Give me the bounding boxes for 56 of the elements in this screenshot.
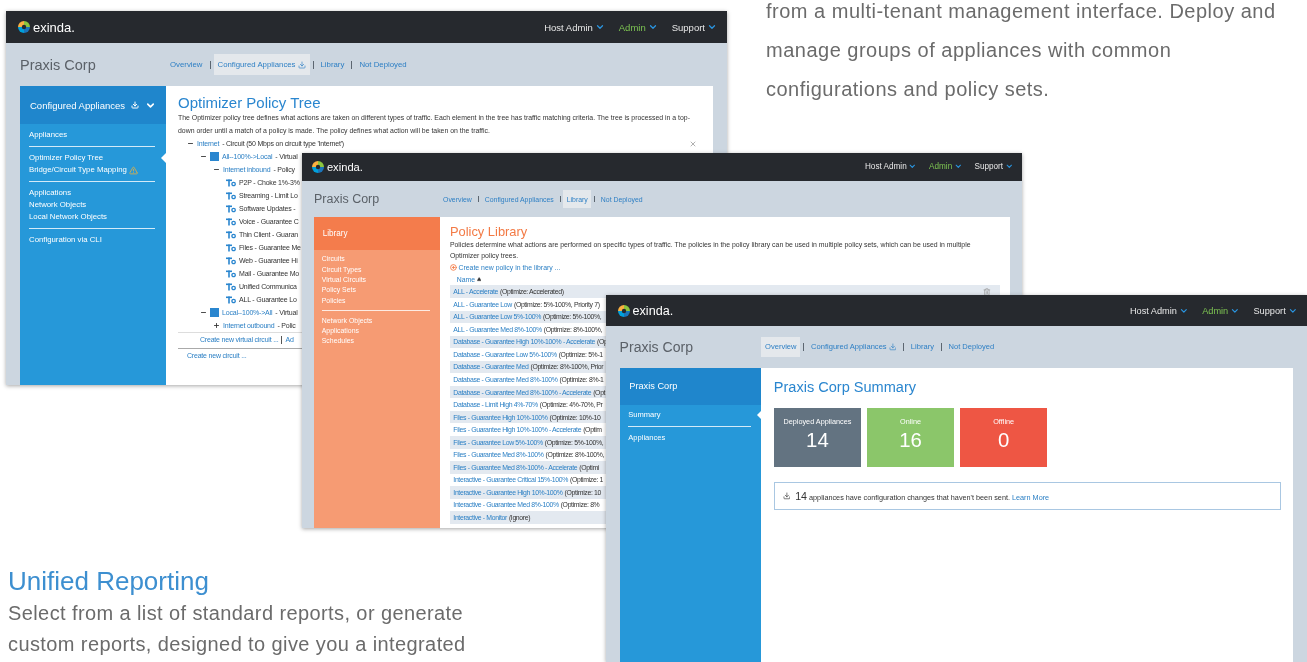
nav-menu[interactable]: Support: [974, 162, 1014, 172]
page-title: Optimizer Policy Tree: [178, 94, 321, 112]
section-heading: Unified Reporting: [8, 565, 209, 598]
policy-icon: [226, 269, 236, 278]
square-icon: [210, 152, 219, 161]
nav-menu[interactable]: Host Admin: [544, 21, 605, 33]
policy-icon: [226, 295, 236, 304]
logo-icon: [18, 21, 30, 33]
square-icon: [210, 308, 219, 317]
stat-value: 0: [998, 429, 1010, 453]
sidebar-title: Library: [322, 229, 348, 239]
stat-value: 14: [806, 429, 829, 453]
minus-icon[interactable]: [187, 140, 194, 147]
download-icon: [297, 60, 306, 69]
section-text: Select from a list of standard reports, or generate custom reports, designed to give you a integrated: [8, 601, 467, 657]
download-icon[interactable]: [131, 101, 139, 109]
nav-menu[interactable]: Host Admin: [1129, 305, 1189, 316]
policy-icon: [226, 230, 236, 239]
download-icon: [888, 343, 897, 351]
warning-icon: [128, 165, 138, 175]
chevron-down-icon: [594, 22, 605, 32]
brand-name: exinda.: [326, 160, 363, 173]
sidebar-title: Configured Appliances: [30, 99, 126, 111]
nav-menu[interactable]: Support: [1253, 305, 1298, 316]
org-name: Praxis Corp: [314, 192, 381, 206]
chevron-down-icon: [647, 22, 658, 32]
org-name: Praxis Corp: [20, 56, 97, 73]
page-title: Praxis Corp Summary: [773, 379, 917, 397]
nav-menu[interactable]: Admin: [929, 162, 963, 172]
logo-icon: [312, 160, 325, 173]
nav-menu[interactable]: Admin: [618, 21, 658, 33]
brand-name: exinda.: [632, 303, 674, 318]
download-icon: [782, 492, 791, 501]
nav-menu[interactable]: Admin: [1202, 305, 1240, 316]
logo-icon: [617, 304, 630, 317]
sidebar-title: Praxis Corp: [629, 381, 678, 392]
policy-icon: [226, 178, 236, 187]
minus-icon[interactable]: [200, 153, 207, 160]
policy-icon: [226, 243, 236, 252]
minus-icon[interactable]: [213, 166, 220, 173]
stat-value: 16: [899, 429, 922, 453]
nav-menu[interactable]: Support: [671, 21, 717, 33]
intro-text: from a multi-tenant management interface. Deploy and manage groups of appliances with common configurations and policy sets.: [766, 0, 1277, 102]
policy-icon: [226, 191, 236, 200]
brand-name: exinda.: [33, 19, 75, 35]
trash-icon[interactable]: [983, 287, 992, 296]
minus-icon[interactable]: [200, 309, 207, 316]
chevron-down-icon: [707, 22, 717, 32]
policy-icon: [226, 217, 236, 226]
org-name: Praxis Corp: [619, 338, 694, 355]
nav-menu[interactable]: Host Admin: [865, 162, 917, 172]
policy-icon: [226, 256, 236, 265]
policy-icon: [226, 204, 236, 213]
page-title: Policy Library: [449, 224, 528, 240]
policy-icon: [226, 282, 236, 291]
plus-icon[interactable]: [213, 322, 220, 329]
